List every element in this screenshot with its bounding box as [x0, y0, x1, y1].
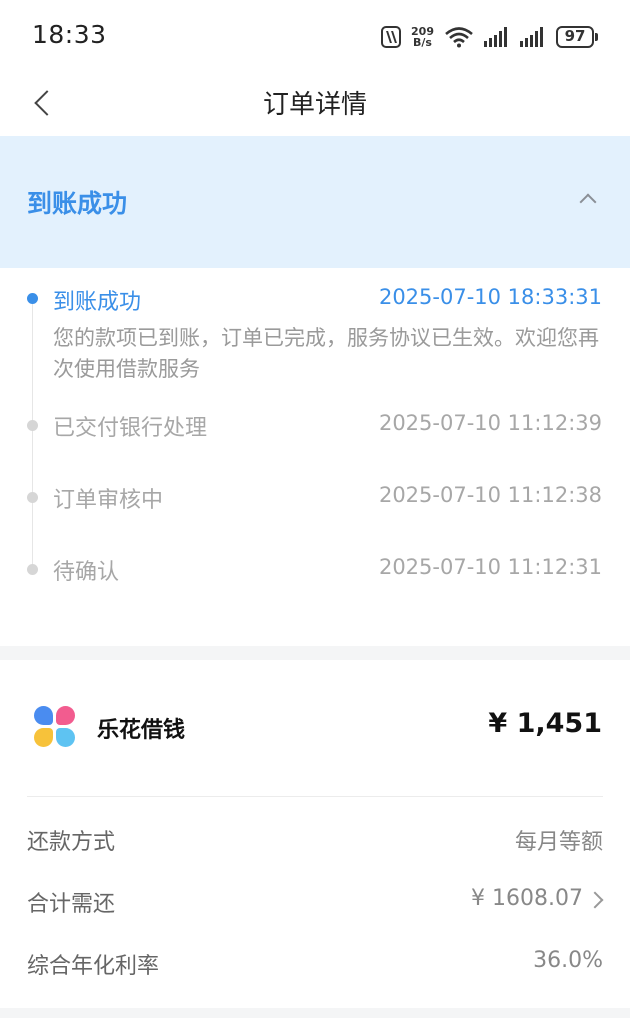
nav-bar: 订单详情: [0, 70, 630, 136]
network-speed: 209 B/s: [411, 26, 434, 48]
signal-icon: [484, 27, 510, 47]
timeline-dot: [27, 420, 38, 431]
status-bar: 18:33 209 B/s 97: [0, 0, 630, 70]
status-icons: 209 B/s 97: [381, 24, 598, 50]
row-value: ¥ 1608.07: [471, 886, 583, 911]
timeline-label: 订单审核中: [53, 488, 164, 513]
row-label: 合计需还: [27, 892, 116, 917]
nfc-icon: [381, 26, 402, 48]
loan-amount: ¥ 1,451: [488, 708, 602, 739]
card-divider: [27, 796, 603, 797]
chevron-right-icon[interactable]: [586, 891, 604, 909]
timeline-dot: [27, 492, 38, 503]
timeline-line: [32, 298, 33, 568]
wifi-icon: [444, 26, 474, 48]
network-speed-unit: B/s: [413, 36, 432, 49]
banner-title: 到账成功: [27, 189, 128, 218]
timeline-label: 已交付银行处理: [53, 416, 208, 441]
row-value: 每月等额: [514, 830, 603, 855]
brand-logo-icon: [34, 706, 76, 748]
bottom-divider: [0, 1008, 630, 1018]
timeline-dot: [27, 564, 38, 575]
page-title: 订单详情: [262, 90, 367, 120]
order-timeline: 到账成功 2025-07-10 18:33:31 您的款项已到账，订单已完成，服…: [0, 268, 630, 646]
timeline-time: 2025-07-10 11:12:31: [378, 555, 602, 579]
timeline-time: 2025-07-10 18:33:31: [378, 285, 602, 309]
total-repayment-row[interactable]: 合计需还 ¥ 1608.07: [27, 880, 604, 920]
annual-rate-row: 综合年化利率 36.0%: [27, 942, 603, 982]
timeline-time: 2025-07-10 11:12:38: [378, 483, 602, 507]
loan-card: 乐花借钱 ¥ 1,451 还款方式 每月等额 合计需还 ¥ 1608.07 综合…: [0, 660, 630, 1008]
signal-icon: [520, 27, 546, 47]
row-label: 综合年化利率: [27, 954, 160, 979]
battery-icon: 97: [556, 26, 598, 48]
battery-tip: [595, 33, 598, 41]
timeline-dot: [27, 293, 38, 304]
row-value: 36.0%: [533, 948, 603, 973]
repayment-method-row: 还款方式 每月等额: [27, 818, 603, 858]
timeline-label: 到账成功: [53, 290, 142, 315]
status-time: 18:33: [32, 20, 107, 49]
timeline-label: 待确认: [53, 560, 120, 585]
timeline-description: 您的款项已到账，订单已完成，服务协议已生效。欢迎您再次使用借款服务: [53, 326, 599, 381]
status-banner[interactable]: 到账成功: [0, 136, 630, 268]
chevron-up-icon[interactable]: [574, 184, 602, 212]
section-divider: [0, 646, 630, 660]
row-label: 还款方式: [27, 830, 116, 855]
battery-level: 97: [556, 26, 594, 48]
brand-name: 乐花借钱: [97, 718, 186, 743]
timeline-time: 2025-07-10 11:12:39: [378, 411, 602, 435]
